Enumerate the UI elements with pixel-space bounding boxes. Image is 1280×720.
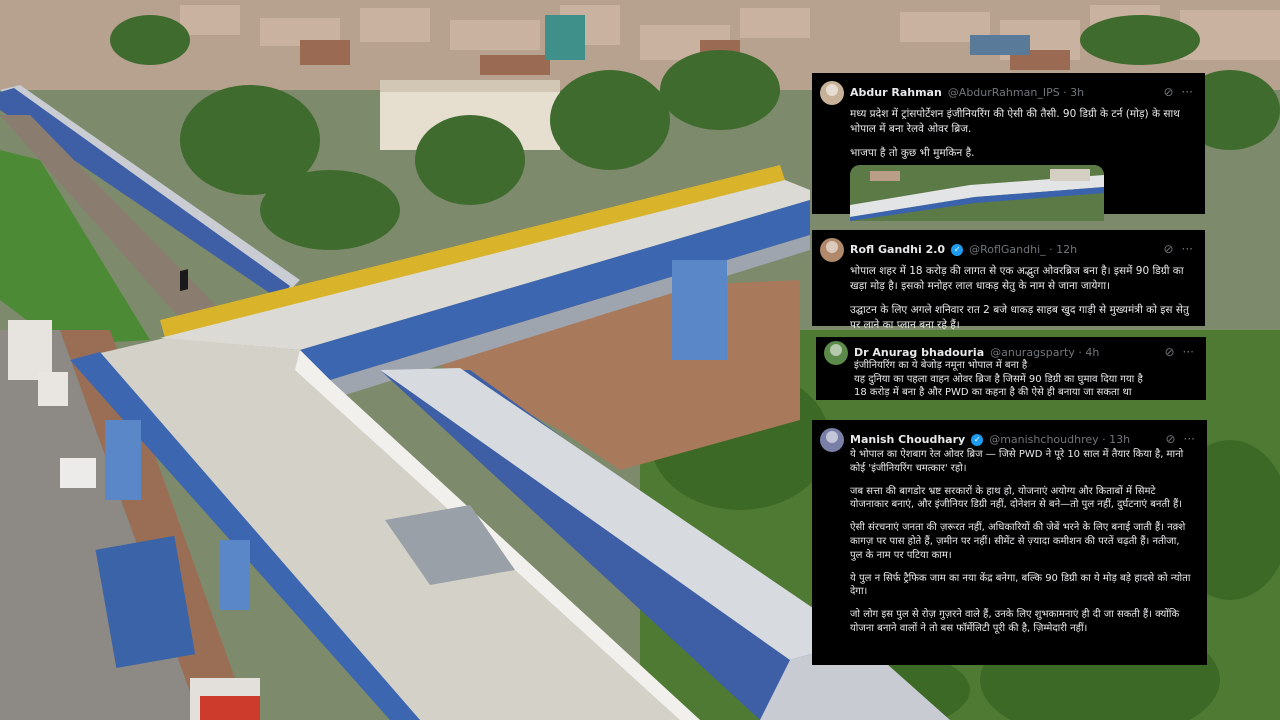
grok-icon[interactable]: ⊘	[1163, 241, 1173, 258]
grok-icon[interactable]: ⊘	[1165, 431, 1175, 448]
grok-icon[interactable]: ⊘	[1164, 344, 1174, 361]
author-name[interactable]: Abdur Rahman	[850, 85, 942, 101]
tweet-card-rofl-gandhi[interactable]: Rofl Gandhi 2.0 ✓ @RoflGandhi_ · 12h ⊘ ·…	[812, 230, 1205, 331]
tweet-paragraph: ये भोपाल का ऐशबाग रेल ओवर ब्रिज — जिसे P…	[850, 449, 1184, 474]
more-icon[interactable]: ···	[1182, 84, 1193, 101]
avatar[interactable]	[820, 81, 844, 105]
tweet-paragraph: भाजपा है तो कुछ भी मुमकिन है.	[850, 146, 975, 159]
tweet-paragraph: उद्घाटन के लिए अगले शनिवार रात 2 बजे धाक…	[850, 303, 1189, 331]
avatar[interactable]	[820, 238, 844, 262]
tweet-media-image[interactable]	[850, 164, 1104, 221]
tweet-paragraph: भोपाल शहर में 18 करोड़ की लागत से एक अद्…	[850, 265, 1184, 292]
tweet-body: भोपाल शहर में 18 करोड़ की लागत से एक अद्…	[820, 264, 1193, 333]
verified-badge-icon: ✓	[971, 434, 984, 446]
more-icon[interactable]: ···	[1184, 431, 1195, 448]
author-handle[interactable]: @manishchoudhrey · 13h	[989, 432, 1130, 448]
avatar[interactable]	[820, 428, 844, 452]
tweet-paragraph: जब सत्ता की बागडोर भ्रष्ट सरकारों के हाथ…	[850, 485, 1183, 511]
verified-badge-icon: ✓	[951, 244, 964, 256]
avatar[interactable]	[824, 341, 848, 365]
tweet-card-anurag-bhadouria[interactable]: Dr Anurag bhadouria @anuragsparty · 4h ⊘…	[816, 337, 1206, 400]
tweet-paragraph: मध्य प्रदेश में ट्रांसपोर्टेशन इंजीनियरि…	[850, 108, 1180, 135]
more-icon[interactable]: ···	[1183, 344, 1194, 361]
tweet-body: इंजीनियरिंग का ये बेजोड़ नमूना भोपाल में…	[824, 359, 1194, 400]
author-handle[interactable]: @RoflGandhi_ · 12h	[969, 242, 1077, 258]
tweet-body: ये भोपाल का ऐशबाग रेल ओवर ब्रिज — जिसे P…	[820, 448, 1195, 636]
author-name[interactable]: Rofl Gandhi 2.0	[850, 242, 945, 258]
grok-icon[interactable]: ⊘	[1163, 84, 1173, 101]
tweet-paragraph: ऐसी संरचनाएं जनता की ज़रूरत नहीं, अधिकार…	[850, 522, 1186, 561]
tweet-paragraph: इंजीनियरिंग का ये बेजोड़ नमूना भोपाल में…	[854, 360, 1143, 398]
author-handle[interactable]: @AbdurRahman_IPS · 3h	[948, 85, 1084, 101]
tweet-card-abdur-rahman[interactable]: Abdur Rahman @AbdurRahman_IPS · 3h ⊘ ···…	[812, 73, 1205, 221]
tweet-card-manish-choudhary[interactable]: Manish Choudhary ✓ @manishchoudhrey · 13…	[812, 420, 1207, 665]
author-name[interactable]: Manish Choudhary	[850, 432, 965, 448]
tweet-body: मध्य प्रदेश में ट्रांसपोर्टेशन इंजीनियरि…	[820, 107, 1193, 161]
more-icon[interactable]: ···	[1182, 241, 1193, 258]
tweet-paragraph: जो लोग इस पुल से रोज़ गुज़रने वाले हैं, …	[850, 609, 1180, 634]
tweet-paragraph: ये पुल न सिर्फ ट्रैफिक जाम का नया केंद्र…	[850, 572, 1191, 598]
